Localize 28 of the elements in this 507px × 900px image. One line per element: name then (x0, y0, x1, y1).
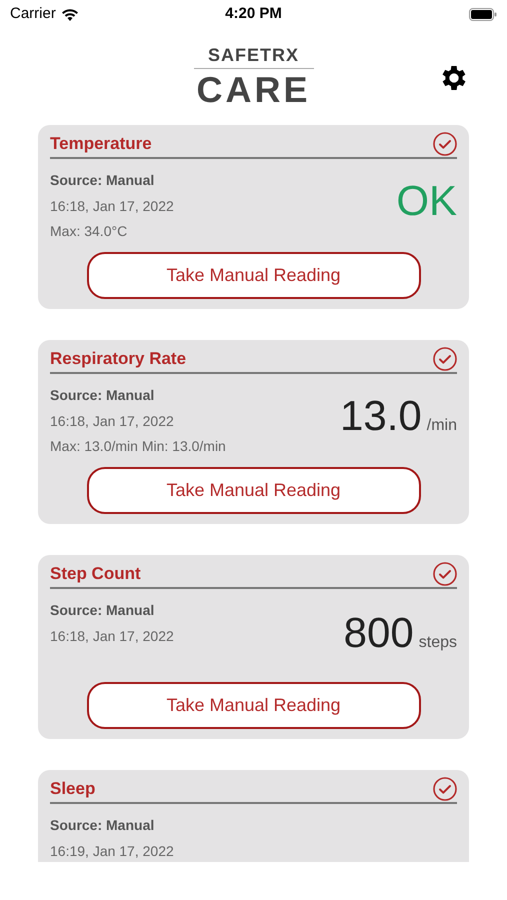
take-reading-button[interactable]: Take Manual Reading (86, 682, 420, 729)
card-title: Sleep (50, 778, 96, 800)
logo-title: CARE (196, 71, 310, 109)
source-label: Source: Manual (50, 601, 156, 620)
reading-value: OK (396, 176, 457, 224)
source-label: Source: Manual (50, 386, 156, 405)
take-reading-button[interactable]: Take Manual Reading (86, 252, 420, 299)
info-text: 16:18, Jan 17, 2022 (50, 196, 174, 216)
info-text: 16:18, Jan 17, 2022 (50, 412, 175, 430)
reading-value: 800 (344, 609, 414, 657)
status-time: 4:20 PM (225, 4, 282, 24)
battery-icon (468, 8, 497, 20)
info-text: 16:18, Jan 17, 2022 (50, 626, 174, 646)
info-text: 16:19, Jan 17, 2022 (50, 842, 174, 860)
info-text: Max: 13.0/min Min: 13.0/min (50, 437, 226, 456)
unit-label: steps (418, 633, 457, 653)
info-text: Max: 34.0°C (50, 222, 128, 241)
card-title: Step Count (50, 563, 141, 586)
reading-value: 13.0 (340, 392, 422, 440)
wifi-icon (60, 8, 79, 20)
card-title: Respiratory Rate (50, 348, 186, 370)
card-title: Temperature (50, 133, 152, 156)
logo-text: SAFETRX (208, 45, 299, 65)
source-label: Source: Manual (50, 171, 156, 190)
carrier-label: Carrier (10, 4, 56, 24)
unit-label: /min (426, 416, 457, 436)
take-reading-button[interactable]: Take Manual Reading (86, 467, 420, 514)
source-label: Source: Manual (50, 816, 156, 835)
